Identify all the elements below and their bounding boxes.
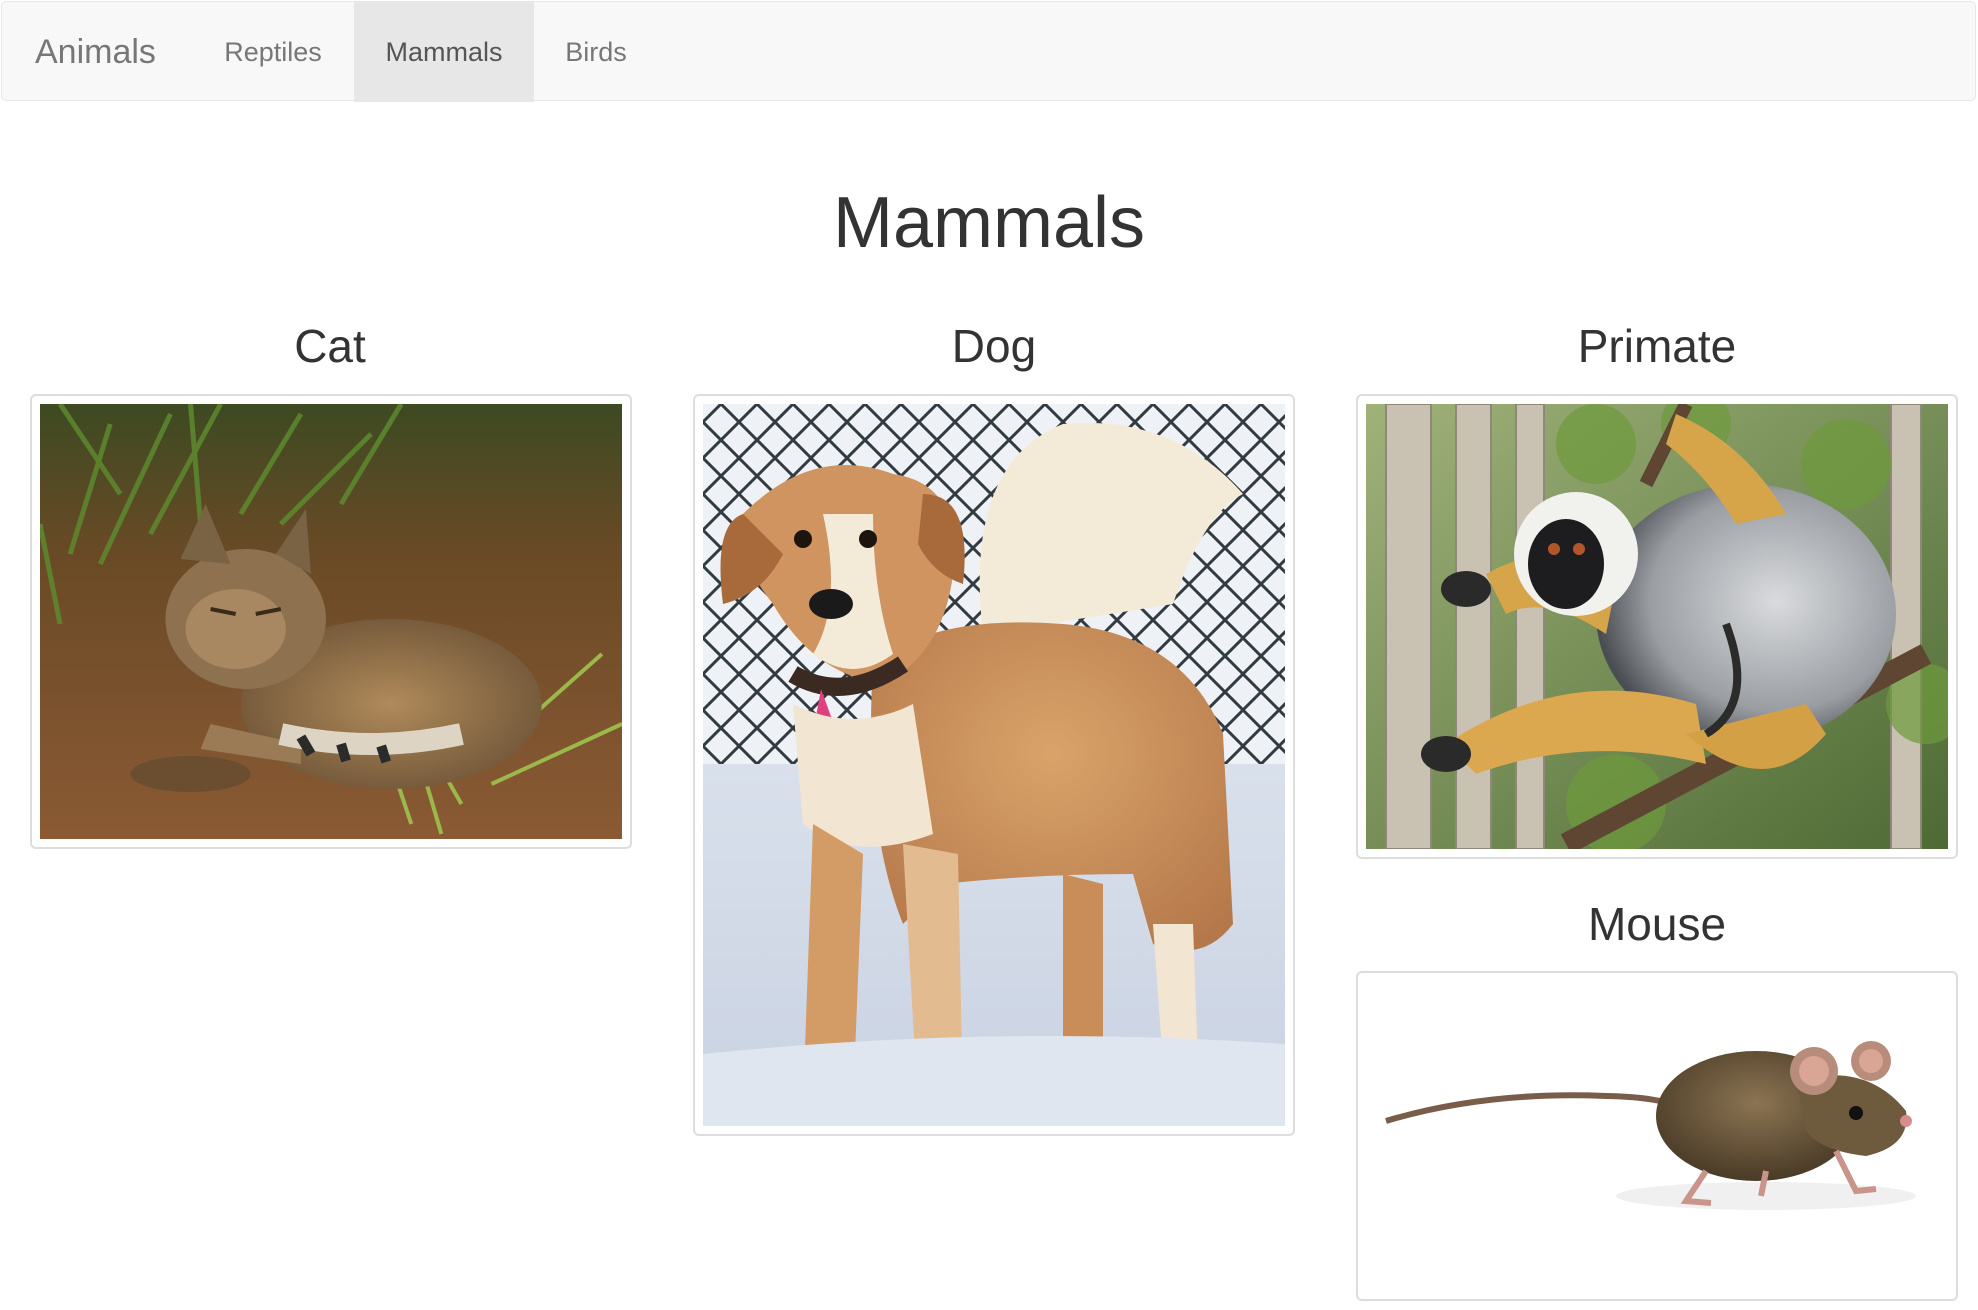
mouse-thumbnail[interactable] [1356,971,1958,1301]
primate-thumbnail[interactable] [1356,394,1958,859]
card-title-cat: Cat [294,320,366,372]
nav-item-reptiles[interactable]: Reptiles [192,2,354,102]
cat-photo [40,404,622,839]
nav-item-birds[interactable]: Birds [534,2,658,102]
mouse-photo [1366,981,1948,1291]
card-title-primate: Primate [1577,320,1737,372]
page-title: Mammals [832,183,1145,263]
dog-thumbnail[interactable] [693,394,1295,1136]
dog-photo [703,404,1285,1126]
primate-photo [1366,404,1948,849]
card-title-mouse: Mouse [1587,898,1727,950]
top-navbar: Animals Reptiles Mammals Birds [1,1,1976,102]
nav-item-mammals[interactable]: Mammals [354,2,534,102]
cat-thumbnail[interactable] [30,394,632,849]
navbar-brand[interactable]: Animals [35,2,156,102]
card-title-dog: Dog [951,320,1037,372]
